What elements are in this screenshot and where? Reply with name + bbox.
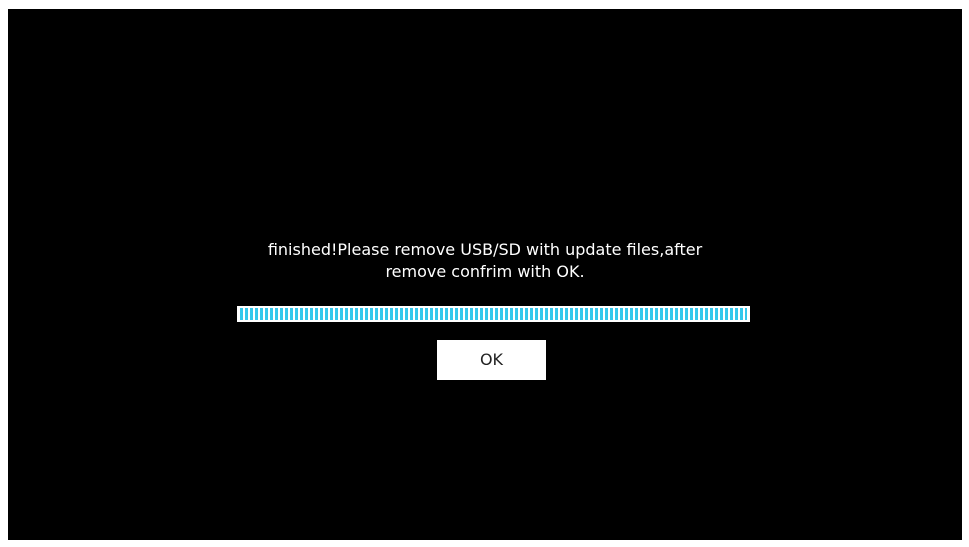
message-line-2: remove confrim with OK. [385, 262, 585, 281]
message-line-1: finished!Please remove USB/SD with updat… [267, 240, 703, 259]
ok-button[interactable]: OK [437, 340, 546, 380]
progress-bar [237, 306, 750, 322]
update-screen: finished!Please remove USB/SD with updat… [8, 9, 962, 540]
update-message: finished!Please remove USB/SD with updat… [8, 239, 962, 283]
progress-bar-fill [240, 308, 747, 320]
